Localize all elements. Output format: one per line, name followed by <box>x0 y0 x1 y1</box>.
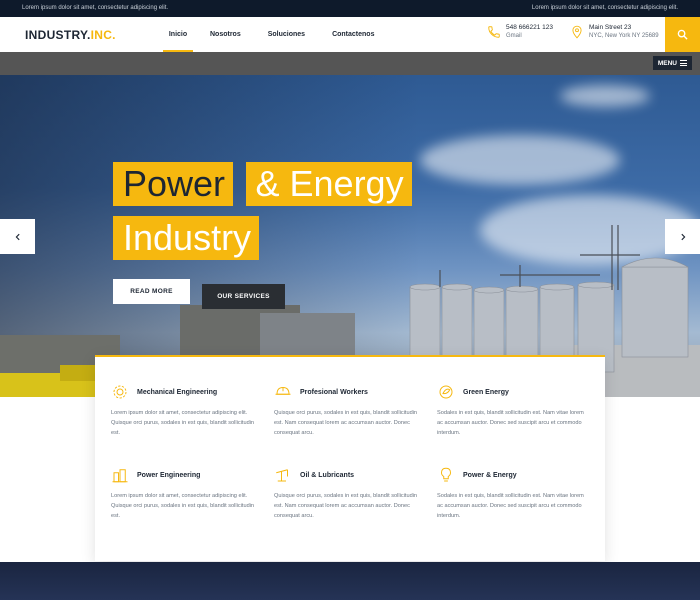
slider-next-button[interactable] <box>665 219 700 254</box>
location-line2: NYC, New York NY 25689 <box>589 33 659 39</box>
gear-icon <box>113 385 127 399</box>
service-name: Power Engineering <box>137 471 201 479</box>
location-pin-icon <box>572 25 582 39</box>
service-item[interactable]: Power & Energy Sodales in est quis, blan… <box>437 465 587 521</box>
phone-sub: Gmail <box>506 33 522 39</box>
contact-phone[interactable]: 548 666221 123 Gmail <box>487 24 553 40</box>
hero-title-word-energy: & Energy <box>245 162 412 206</box>
nav-item-label: Inicio <box>168 31 188 38</box>
chevron-left-icon <box>15 233 20 240</box>
hamburger-icon <box>680 60 687 66</box>
nav-item-soluciones[interactable]: Soluciones <box>268 17 305 52</box>
menu-button[interactable]: MENU <box>652 56 692 70</box>
nav-item-contactenos[interactable]: Contactenos <box>332 17 374 52</box>
service-name: Green Energy <box>463 388 509 396</box>
read-more-button[interactable]: READ MORE <box>113 279 190 304</box>
service-desc: Quisque orci purus, sodales in est quis,… <box>274 410 418 436</box>
service-item[interactable]: Power Engineering Lorem ipsum dolor sit … <box>111 465 261 521</box>
nav-item-nosotros[interactable]: Nosotros <box>210 17 241 52</box>
service-name: Oil & Lubricants <box>300 471 355 479</box>
power-plant-icon <box>112 469 128 483</box>
lightbulb-icon <box>441 467 451 482</box>
service-name: Profesional Workers <box>300 388 368 396</box>
search-icon <box>677 29 688 40</box>
nav-item-label: Contactenos <box>332 31 375 38</box>
service-desc: Sodales in est quis, blandit sollicitudi… <box>437 493 584 519</box>
service-desc: Lorem ipsum dolor sit amet, consectetur … <box>111 493 255 519</box>
service-name: Power & Energy <box>463 471 517 479</box>
location-line1: Main Street 23 <box>589 24 632 31</box>
service-item[interactable]: Green Energy Sodales in est quis, blandi… <box>437 382 587 438</box>
hero-title: Power & Energy Industry <box>113 162 412 260</box>
logo-accent-text: INC. <box>90 28 116 42</box>
hero-title-word-power: Power <box>113 162 234 206</box>
phone-icon <box>488 26 500 38</box>
service-item[interactable]: Profesional Workers Quisque orci purus, … <box>274 382 424 438</box>
slider-prev-button[interactable] <box>0 219 35 254</box>
site-header: INDUSTRY.INC. Inicio Nosotros Soluciones… <box>0 17 700 52</box>
search-button[interactable] <box>665 17 700 52</box>
service-desc: Sodales in est quis, blandit sollicitudi… <box>437 410 584 436</box>
our-services-button[interactable]: OUR SERVICES <box>202 284 285 309</box>
nav-item-inicio[interactable]: Inicio <box>163 17 193 52</box>
nav-item-label: Nosotros <box>210 31 241 38</box>
top-bar: Lorem ipsum dolor sit amet, consectetur … <box>0 0 700 17</box>
service-desc: Quisque orci purus, sodales in est quis,… <box>274 493 418 519</box>
logo-main-text: INDUSTRY. <box>25 28 91 42</box>
top-bar-left-text: Lorem ipsum dolor sit amet, consectetur … <box>22 5 169 11</box>
service-name: Mechanical Engineering <box>137 388 218 396</box>
nav-item-label: Soluciones <box>267 31 306 38</box>
site-logo[interactable]: INDUSTRY.INC. <box>25 28 116 42</box>
oil-pump-icon <box>276 469 288 482</box>
services-panel: Mechanical Engineering Lorem ipsum dolor… <box>95 355 605 561</box>
hero-slider: Power & Energy Industry READ MORE OUR SE… <box>0 75 700 397</box>
next-section-background <box>0 562 700 600</box>
chevron-right-icon <box>680 233 685 240</box>
menu-bar: MENU <box>0 52 700 75</box>
service-desc: Lorem ipsum dolor sit amet, consectetur … <box>111 410 255 436</box>
worker-helmet-icon <box>275 387 291 395</box>
top-bar-right-text: Lorem ipsum dolor sit amet, consectetur … <box>531 5 678 11</box>
leaf-globe-icon <box>439 385 453 399</box>
service-item[interactable]: Oil & Lubricants Quisque orci purus, sod… <box>274 465 424 521</box>
contact-location[interactable]: Main Street 23 NYC, New York NY 25689 <box>570 24 659 40</box>
service-item[interactable]: Mechanical Engineering Lorem ipsum dolor… <box>111 382 261 438</box>
main-nav: Inicio Nosotros Soluciones Contactenos <box>155 17 374 52</box>
menu-label: MENU <box>657 59 677 67</box>
phone-number: 548 666221 123 <box>506 24 553 31</box>
hero-title-word-industry: Industry <box>113 216 260 260</box>
